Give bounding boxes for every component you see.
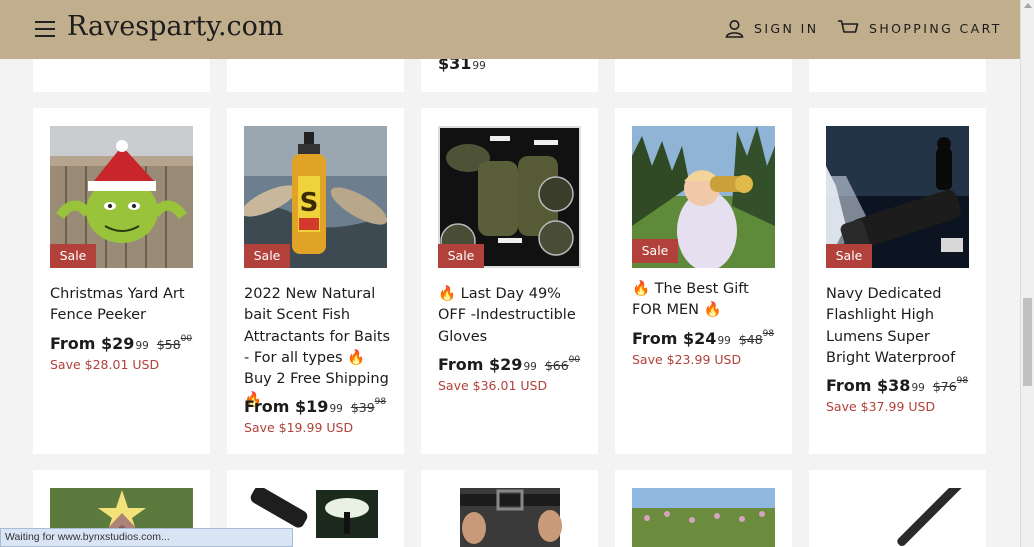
product-price: From $2499 $4898 xyxy=(632,329,775,348)
sale-badge: Sale xyxy=(244,244,290,268)
vertical-scrollbar[interactable] xyxy=(1020,0,1034,547)
product-title[interactable]: 🔥 Last Day 49% OFF -Indestructible Glove… xyxy=(438,284,588,348)
product-card[interactable]: Sale Navy Dedicated Flashlight High Lume… xyxy=(809,108,986,454)
product-image-flower-field[interactable] xyxy=(632,488,775,547)
product-card-bottom[interactable] xyxy=(615,470,792,547)
save-amount: Save $28.01 USD xyxy=(50,357,160,372)
product-card[interactable]: Sale 🔥 Last Day 49% OFF -Indestructible … xyxy=(421,108,598,454)
product-image-belt[interactable] xyxy=(438,488,581,547)
product-title[interactable]: Christmas Yard Art Fence Peeker xyxy=(50,284,200,327)
product-price: From $1999 $3998 xyxy=(244,397,387,416)
shopping-cart-link[interactable]: SHOPPING CART xyxy=(837,19,1002,37)
product-title[interactable]: 2022 New Natural bait Scent Fish Attract… xyxy=(244,284,394,412)
sign-in-label: SIGN IN xyxy=(754,21,819,36)
product-card[interactable]: Sale 🔥 The Best Gift FOR MEN 🔥 From $249… xyxy=(615,108,792,454)
product-price: From $2999 $6600 xyxy=(438,355,581,374)
product-price: From $2999 $5800 xyxy=(50,334,193,353)
save-amount: Save $36.01 USD xyxy=(438,378,548,393)
product-title[interactable]: Navy Dedicated Flashlight High Lumens Su… xyxy=(826,284,976,369)
scrollbar-thumb[interactable] xyxy=(1023,298,1032,386)
shopping-cart-label: SHOPPING CART xyxy=(869,20,1002,36)
product-card-bottom[interactable] xyxy=(421,470,598,547)
sale-badge: Sale xyxy=(438,244,484,268)
product-title[interactable]: 🔥 The Best Gift FOR MEN 🔥 xyxy=(632,279,782,322)
sale-badge: Sale xyxy=(632,239,678,263)
site-header: Ravesparty.com SIGN IN SHOPPING CART xyxy=(0,0,1020,59)
sign-in-link[interactable]: SIGN IN xyxy=(725,19,818,38)
menu-icon[interactable] xyxy=(35,21,55,37)
product-image-baton[interactable] xyxy=(826,488,969,547)
browser-status-bar: Waiting for www.bynxstudios.com... xyxy=(0,528,293,547)
product-card[interactable]: Sale Christmas Yard Art Fence Peeker Fro… xyxy=(33,108,210,454)
save-amount: Save $23.99 USD xyxy=(632,352,742,367)
sale-badge: Sale xyxy=(826,244,872,268)
product-card-bottom[interactable] xyxy=(809,470,986,547)
scroll-up-icon[interactable] xyxy=(1024,3,1032,8)
product-price: From $3899 $7698 xyxy=(826,376,969,395)
product-card[interactable]: S Sale 2022 New Natural bait Scent Fish … xyxy=(227,108,404,454)
svg-text:S: S xyxy=(300,188,319,218)
user-icon xyxy=(725,20,744,38)
save-amount: Save $37.99 USD xyxy=(826,399,936,414)
save-amount: Save $19.99 USD xyxy=(244,420,354,435)
sale-badge: Sale xyxy=(50,244,96,268)
site-logo[interactable]: Ravesparty.com xyxy=(67,11,284,42)
cart-icon xyxy=(838,20,859,33)
